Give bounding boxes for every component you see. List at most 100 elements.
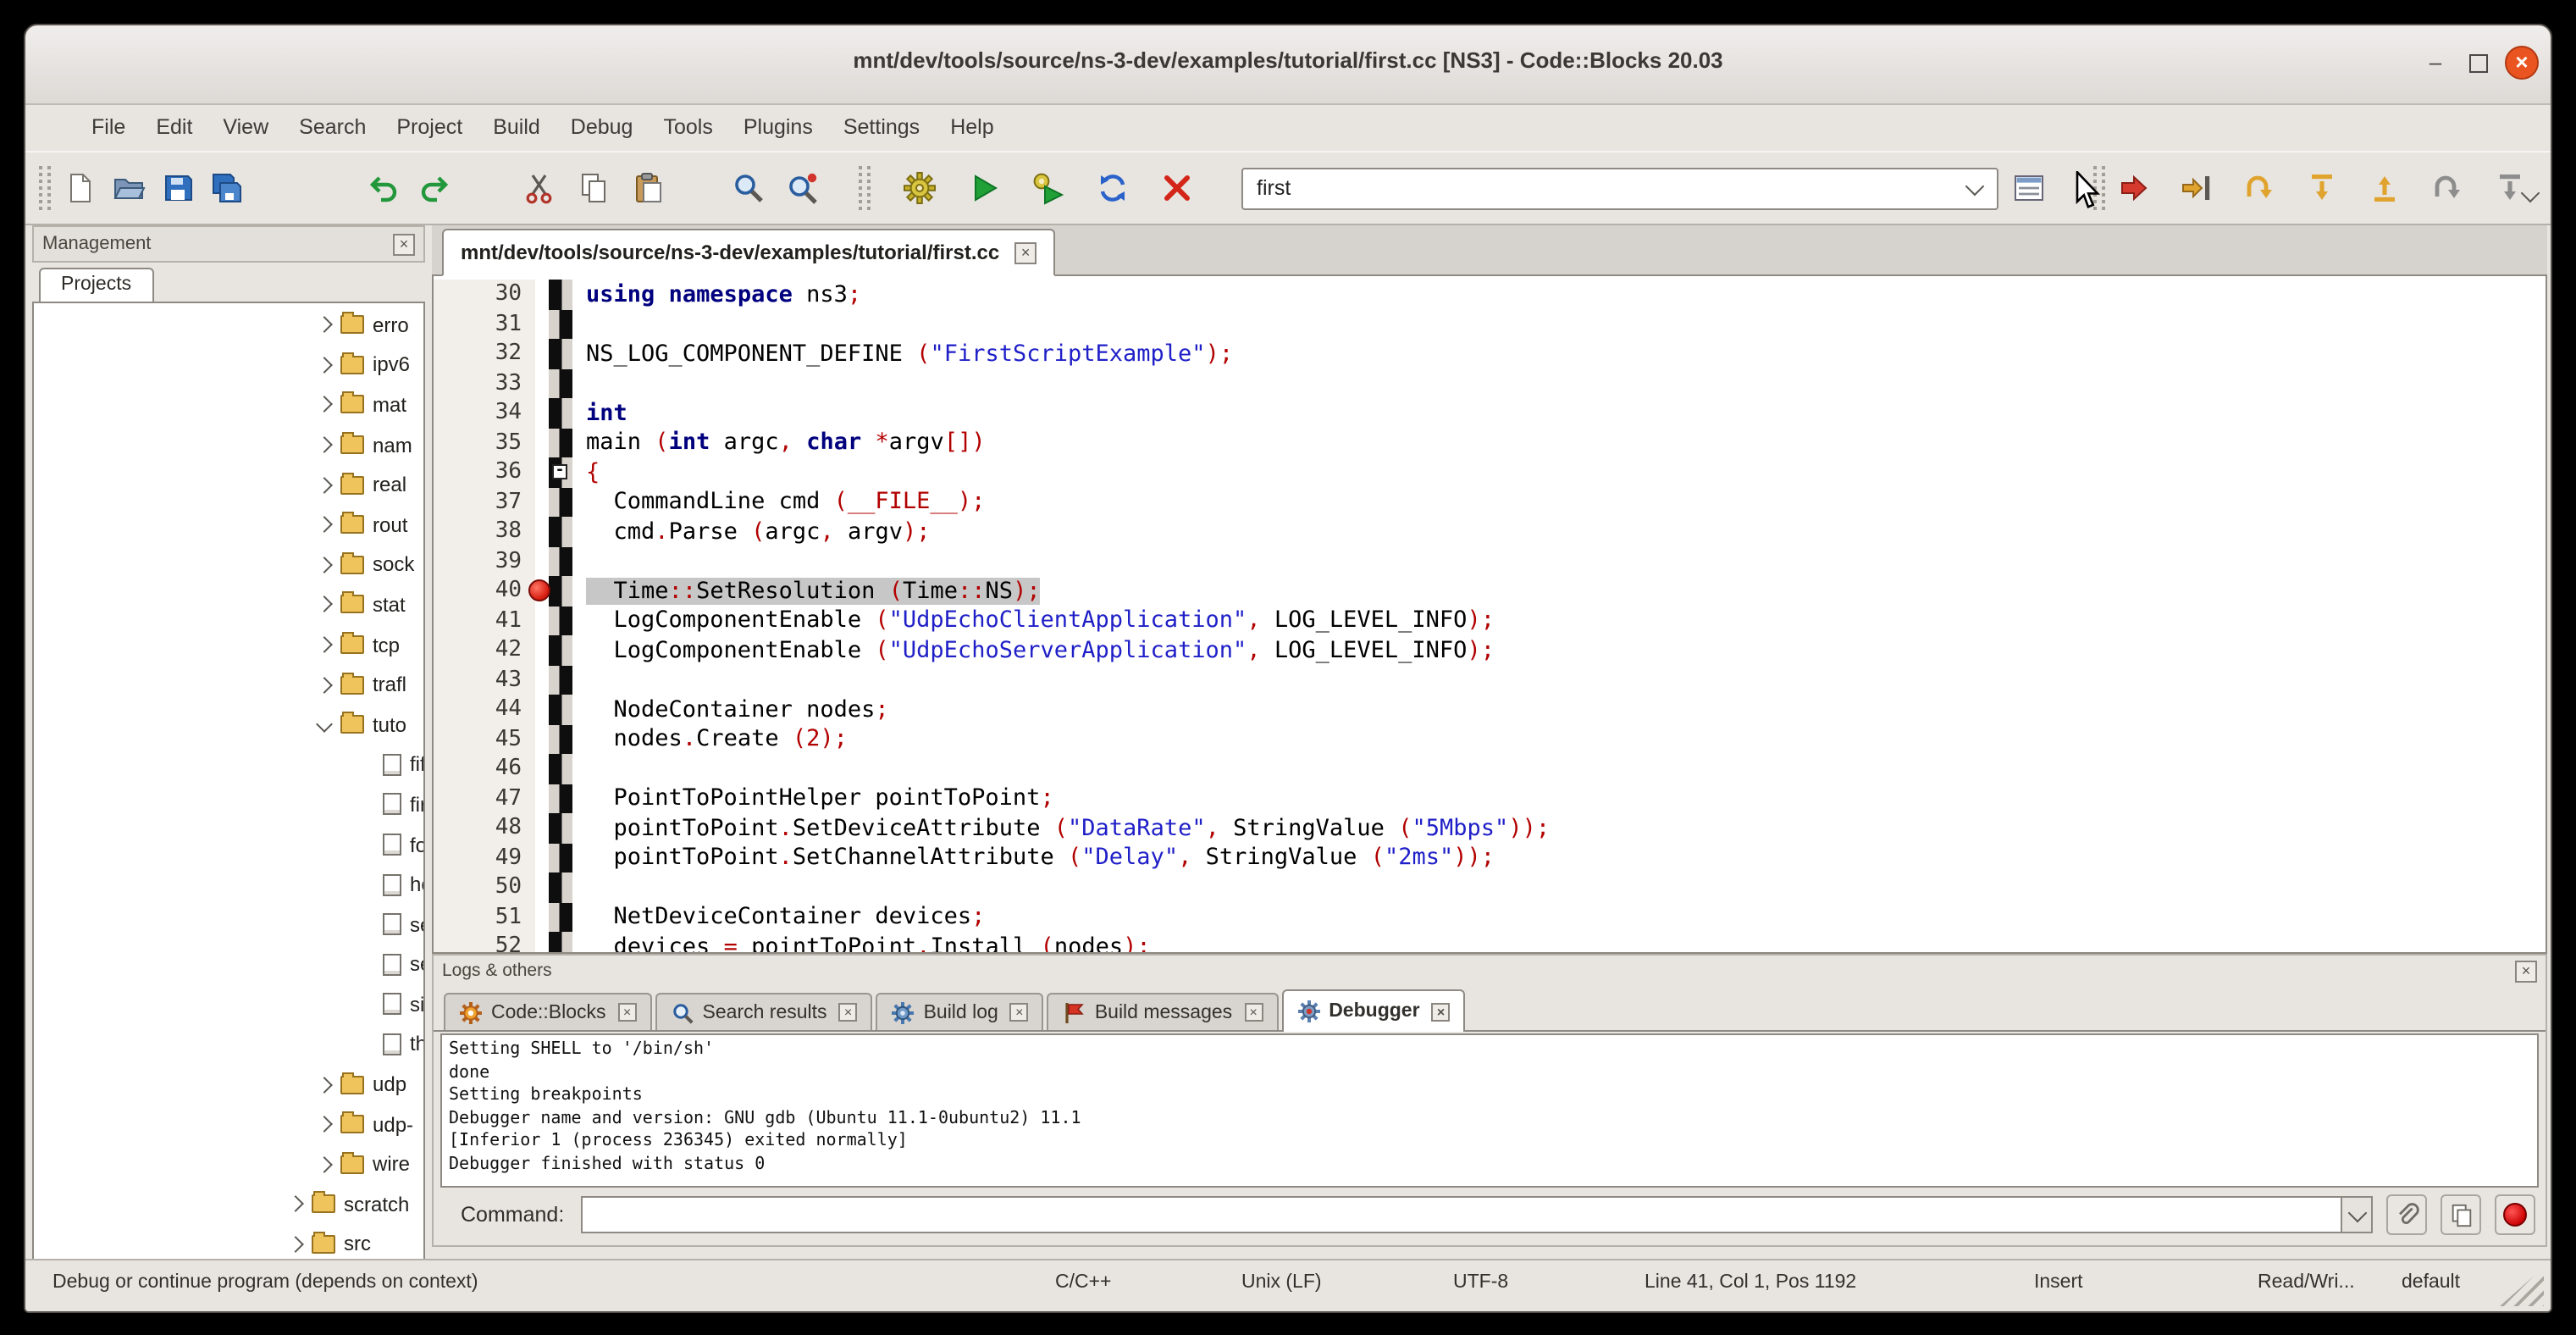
code-line-37[interactable]: 37 CommandLine cmd (__FILE__);	[434, 487, 2546, 517]
build-target-input[interactable]	[1243, 176, 1968, 200]
tree-item-mat[interactable]: mat	[34, 385, 423, 424]
chevron-down-icon[interactable]	[1965, 176, 1985, 196]
chevron-collapsed-icon[interactable]	[316, 1116, 333, 1133]
run-to-cursor-button[interactable]	[2175, 166, 2219, 210]
code-line-47[interactable]: 47 PointToPointHelper pointToPoint;	[434, 784, 2546, 813]
breakpoint-margin[interactable]	[549, 635, 572, 665]
attach-button[interactable]	[2386, 1194, 2427, 1235]
breakpoint-margin[interactable]	[549, 309, 572, 339]
breakpoint-margin[interactable]	[549, 606, 572, 635]
chevron-collapsed-icon[interactable]	[287, 1196, 304, 1213]
chevron-collapsed-icon[interactable]	[316, 436, 333, 453]
logs-close-icon[interactable]: ×	[2515, 960, 2537, 982]
code-line-48[interactable]: 48 pointToPoint.SetDeviceAttribute ("Dat…	[434, 813, 2546, 843]
code-line-44[interactable]: 44 NodeContainer nodes;	[434, 695, 2546, 724]
build-button[interactable]	[898, 166, 942, 210]
tree-item-fo[interactable]: fo	[34, 824, 423, 864]
build-and-run-button[interactable]	[1026, 166, 1070, 210]
breakpoint-margin[interactable]	[549, 724, 572, 754]
menu-help[interactable]: Help	[935, 110, 1009, 144]
tree-item-tuto[interactable]: tuto	[34, 705, 423, 745]
breakpoint-icon[interactable]	[528, 579, 550, 601]
open-file-button[interactable]	[107, 166, 151, 210]
abort-button[interactable]	[1155, 166, 1199, 210]
code-line-36[interactable]: 36-{	[434, 457, 2546, 487]
step-into-button[interactable]	[2300, 166, 2344, 210]
logs-tab-build-messages[interactable]: Build messages×	[1048, 993, 1278, 1030]
tree-item-wire[interactable]: wire	[34, 1144, 423, 1184]
code-line-41[interactable]: 41 LogComponentEnable ("UdpEchoClientApp…	[434, 606, 2546, 635]
copy-log-button[interactable]	[2441, 1194, 2481, 1235]
breakpoint-margin[interactable]	[549, 902, 572, 932]
tree-item-th[interactable]: th	[34, 1024, 423, 1064]
chevron-collapsed-icon[interactable]	[316, 636, 333, 653]
breakpoint-margin[interactable]	[549, 546, 572, 576]
chevron-expanded-icon[interactable]	[316, 717, 333, 734]
redo-button[interactable]	[412, 166, 456, 210]
menu-settings[interactable]: Settings	[828, 110, 935, 144]
toolbar-gripper[interactable]	[39, 166, 51, 210]
menu-file[interactable]: File	[76, 110, 141, 144]
tree-item-src[interactable]: src	[34, 1224, 423, 1264]
code-line-46[interactable]: 46	[434, 754, 2546, 784]
save-all-button[interactable]	[205, 166, 249, 210]
tree-item-nam[interactable]: nam	[34, 425, 423, 465]
tab-close-icon[interactable]: ×	[1432, 1002, 1451, 1021]
breakpoint-margin[interactable]	[549, 576, 572, 606]
tab-projects[interactable]: Projects	[39, 268, 153, 303]
breakpoint-margin[interactable]	[549, 428, 572, 457]
tree-item-six[interactable]: six	[34, 984, 423, 1024]
tree-item-rout[interactable]: rout	[34, 505, 423, 545]
tab-close-icon[interactable]: ×	[1010, 1003, 1029, 1022]
chevron-collapsed-icon[interactable]	[316, 596, 333, 613]
tree-item-sock[interactable]: sock	[34, 545, 423, 584]
stop-debugger-button[interactable]	[2495, 1194, 2535, 1235]
tree-item-se[interactable]: se	[34, 905, 423, 944]
code-line-34[interactable]: 34int	[434, 398, 2546, 428]
tree-item-ipv6[interactable]: ipv6	[34, 345, 423, 385]
debug-continue-button[interactable]	[2112, 166, 2156, 210]
editor-tab-first-cc[interactable]: mnt/dev/tools/source/ns-3-dev/examples/t…	[442, 229, 1055, 276]
symbols-browser-button[interactable]	[2007, 166, 2051, 210]
tree-item-trafl[interactable]: trafl	[34, 665, 423, 705]
breakpoint-margin[interactable]	[549, 695, 572, 724]
tab-close-icon[interactable]: ×	[839, 1003, 858, 1022]
undo-button[interactable]	[362, 166, 406, 210]
cut-button[interactable]	[518, 166, 562, 210]
tree-item-stat[interactable]: stat	[34, 584, 423, 624]
management-close-icon[interactable]: ×	[393, 233, 415, 255]
code-line-33[interactable]: 33	[434, 368, 2546, 398]
maximize-button[interactable]	[2461, 46, 2495, 80]
menu-search[interactable]: Search	[284, 110, 381, 144]
code-line-31[interactable]: 31	[434, 309, 2546, 339]
code-line-32[interactable]: 32NS_LOG_COMPONENT_DEFINE ("FirstScriptE…	[434, 339, 2546, 368]
next-instruction-button[interactable]	[2425, 166, 2469, 210]
breakpoint-margin[interactable]	[549, 487, 572, 517]
logs-tab-search-results[interactable]: Search results×	[655, 993, 873, 1030]
breakpoint-margin[interactable]	[549, 872, 572, 902]
breakpoint-margin[interactable]: -	[549, 457, 572, 487]
menu-project[interactable]: Project	[381, 110, 478, 144]
breakpoint-margin[interactable]	[549, 784, 572, 813]
chevron-collapsed-icon[interactable]	[316, 1076, 333, 1093]
logs-tab-debugger[interactable]: Debugger×	[1281, 989, 1465, 1032]
save-button[interactable]	[156, 166, 200, 210]
replace-button[interactable]	[781, 166, 825, 210]
breakpoint-margin[interactable]	[549, 398, 572, 428]
breakpoint-margin[interactable]	[549, 280, 572, 309]
chevron-collapsed-icon[interactable]	[316, 557, 333, 573]
run-button[interactable]	[962, 166, 1006, 210]
code-line-30[interactable]: 30using namespace ns3;	[434, 280, 2546, 309]
chevron-collapsed-icon[interactable]	[316, 676, 333, 693]
close-button[interactable]: ×	[2505, 46, 2539, 80]
tree-item-tcp[interactable]: tcp	[34, 625, 423, 665]
breakpoint-margin[interactable]	[549, 665, 572, 695]
breakpoint-margin[interactable]	[549, 339, 572, 368]
tab-close-icon[interactable]: ×	[618, 1003, 637, 1022]
chevron-collapsed-icon[interactable]	[316, 317, 333, 334]
breakpoint-margin[interactable]	[549, 813, 572, 843]
breakpoint-margin[interactable]	[549, 368, 572, 398]
step-out-button[interactable]	[2363, 166, 2407, 210]
code-line-50[interactable]: 50	[434, 872, 2546, 902]
resize-grip[interactable]	[2500, 1267, 2544, 1306]
